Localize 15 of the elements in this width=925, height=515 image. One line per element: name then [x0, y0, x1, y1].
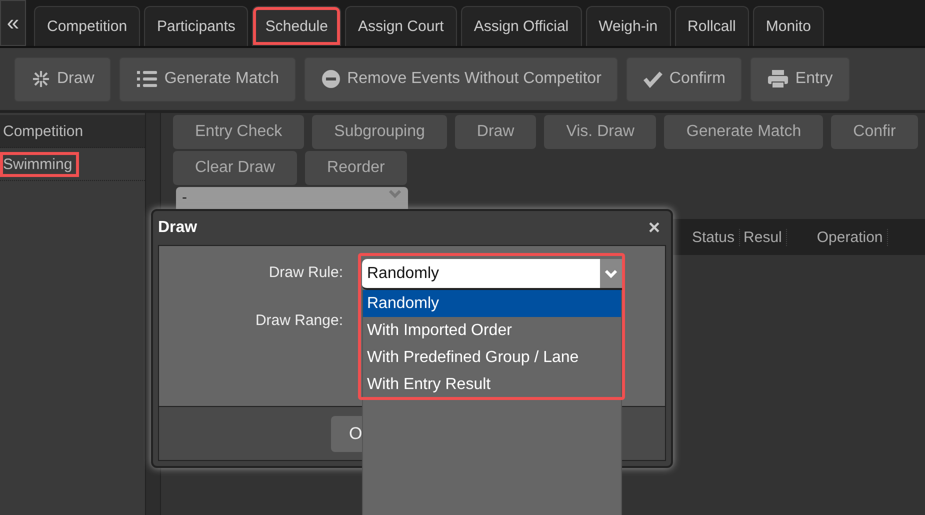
button-label: Generate Match	[164, 70, 280, 88]
dialog-title: Draw	[158, 219, 198, 237]
button-label: Draw	[57, 70, 94, 88]
field-label: Draw Range:	[255, 312, 343, 329]
sidebar-label: Competition	[2, 122, 84, 142]
select-value: Randomly	[366, 264, 440, 284]
button-label: Confirm	[669, 70, 726, 88]
field-label: Draw Rule:	[268, 264, 343, 281]
sidebar-label: Swimming	[0, 152, 80, 176]
column-header: Status	[688, 228, 740, 246]
button-label: Remove Events Without Competitor	[347, 70, 602, 88]
select-value: -	[182, 189, 187, 206]
button-label: Entry	[795, 70, 833, 88]
column-header: Resul	[740, 228, 787, 246]
column-header: Operation	[786, 228, 888, 246]
